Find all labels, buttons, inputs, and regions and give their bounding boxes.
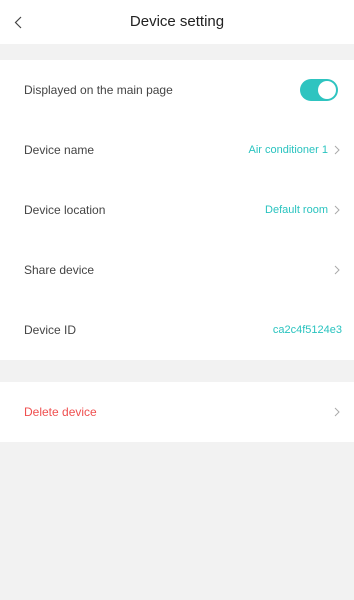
device-name-value: Air conditioner 1 [248,144,329,156]
chevron-right-icon [334,204,342,216]
back-button[interactable] [14,0,42,44]
device-location-value: Default room [265,204,328,216]
device-name-row[interactable]: Device name Air conditioner 1 [0,120,354,180]
danger-section: Delete device [0,382,354,442]
share-device-row[interactable]: Share device [0,240,354,300]
page-title: Device setting [129,13,225,30]
chevron-right-icon [334,144,342,156]
settings-list: Displayed on the main page Device name A… [0,60,354,360]
delete-device-row[interactable]: Delete device [0,382,354,442]
chevron-left-icon [14,16,22,29]
device-id-label: Device ID [24,323,77,337]
device-location-row[interactable]: Device location Default room [0,180,354,240]
top-bar: Device setting [0,0,354,44]
device-name-label: Device name [24,143,95,157]
section-divider [0,360,354,382]
section-divider [0,44,354,60]
delete-device-label: Delete device [24,405,97,419]
toggle-knob [318,81,336,99]
device-id-row: Device ID ca2c4f5124e3 [0,300,354,360]
device-location-label: Device location [24,203,106,217]
display-main-label: Displayed on the main page [24,83,173,97]
share-device-label: Share device [24,263,95,277]
chevron-right-icon [334,406,342,418]
display-main-row: Displayed on the main page [0,60,354,120]
device-id-value: ca2c4f5124e3 [272,324,342,336]
display-main-toggle[interactable] [300,79,338,101]
chevron-right-icon [334,264,342,276]
